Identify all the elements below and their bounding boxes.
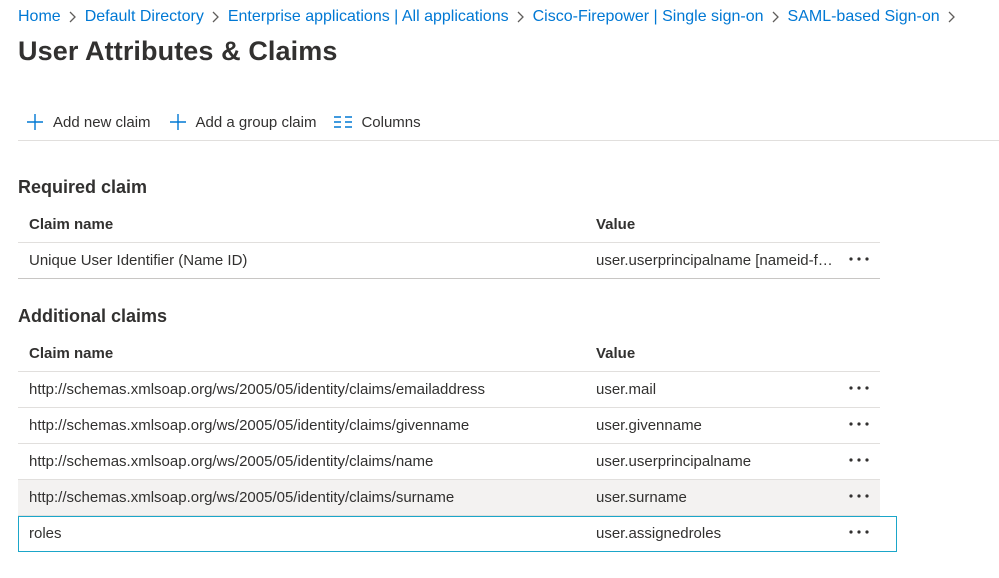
- required-claim-title: Required claim: [18, 177, 148, 197]
- chevron-right-icon: [204, 6, 228, 28]
- add-new-claim-button[interactable]: Add new claim: [18, 106, 159, 138]
- table-header: Claim name Value: [18, 335, 880, 372]
- breadcrumb-home[interactable]: Home: [18, 8, 61, 26]
- plus-icon: [167, 111, 189, 133]
- chevron-right-icon: [940, 6, 964, 28]
- chevron-right-icon: [764, 6, 788, 28]
- table-row[interactable]: http://schemas.xmlsoap.org/ws/2005/05/id…: [18, 444, 880, 480]
- table-header: Claim name Value: [18, 206, 880, 243]
- page: Home Default Directory Enterprise applic…: [0, 0, 999, 578]
- more-options-icon[interactable]: [846, 522, 872, 542]
- column-header-value[interactable]: Value: [596, 216, 841, 233]
- additional-claims-grid: Claim name Value http://schemas.xmlsoap.…: [18, 335, 897, 552]
- column-header-value[interactable]: Value: [596, 345, 841, 362]
- claim-value: user.assignedroles: [596, 525, 722, 542]
- claim-value: user.surname: [596, 489, 687, 506]
- claim-name: http://schemas.xmlsoap.org/ws/2005/05/id…: [29, 453, 434, 470]
- plus-icon: [24, 111, 46, 133]
- more-options-icon[interactable]: [846, 414, 872, 434]
- additional-claims-title: Additional claims: [18, 306, 168, 326]
- claim-name: http://schemas.xmlsoap.org/ws/2005/05/id…: [29, 489, 455, 506]
- table-row[interactable]: Unique User Identifier (Name ID) user.us…: [18, 243, 880, 279]
- breadcrumb-cisco-firepower-sso[interactable]: Cisco-Firepower | Single sign-on: [533, 8, 764, 26]
- page-title: User Attributes & Claims: [18, 36, 338, 66]
- more-options-icon[interactable]: [846, 249, 872, 269]
- toolbar: Add new claim Add a group claim Columns: [18, 104, 999, 141]
- claim-value: user.mail: [596, 381, 657, 398]
- add-new-claim-label: Add new claim: [53, 113, 151, 131]
- breadcrumb-enterprise-applications[interactable]: Enterprise applications | All applicatio…: [228, 8, 509, 26]
- claim-value: user.userprincipalname [nameid-for...: [596, 252, 841, 269]
- column-header-claim-name[interactable]: Claim name: [29, 216, 589, 233]
- columns-button[interactable]: Columns: [326, 106, 428, 138]
- chevron-right-icon: [61, 6, 85, 28]
- breadcrumb-saml-sign-on[interactable]: SAML-based Sign-on: [788, 8, 940, 26]
- more-options-icon[interactable]: [846, 486, 872, 506]
- claim-value: user.givenname: [596, 417, 702, 434]
- claim-name: Unique User Identifier (Name ID): [29, 252, 248, 269]
- claim-value: user.userprincipalname: [596, 453, 752, 470]
- claim-name: http://schemas.xmlsoap.org/ws/2005/05/id…: [29, 417, 470, 434]
- add-group-claim-button[interactable]: Add a group claim: [161, 106, 325, 138]
- required-claim-grid: Claim name Value Unique User Identifier …: [18, 206, 880, 279]
- chevron-right-icon: [509, 6, 533, 28]
- table-row[interactable]: http://schemas.xmlsoap.org/ws/2005/05/id…: [18, 372, 880, 408]
- more-options-icon[interactable]: [846, 450, 872, 470]
- columns-label: Columns: [361, 113, 421, 131]
- claim-name: http://schemas.xmlsoap.org/ws/2005/05/id…: [29, 381, 486, 398]
- more-options-icon[interactable]: [846, 378, 872, 398]
- claim-name: roles: [29, 525, 62, 542]
- column-header-claim-name[interactable]: Claim name: [29, 345, 589, 362]
- breadcrumb-default-directory[interactable]: Default Directory: [85, 8, 204, 26]
- table-row-selected[interactable]: roles user.assignedroles: [18, 516, 897, 552]
- breadcrumb: Home Default Directory Enterprise applic…: [18, 6, 999, 28]
- add-group-claim-label: Add a group claim: [195, 113, 317, 131]
- table-row[interactable]: http://schemas.xmlsoap.org/ws/2005/05/id…: [18, 480, 880, 516]
- table-row[interactable]: http://schemas.xmlsoap.org/ws/2005/05/id…: [18, 408, 880, 444]
- columns-icon: [332, 111, 354, 133]
